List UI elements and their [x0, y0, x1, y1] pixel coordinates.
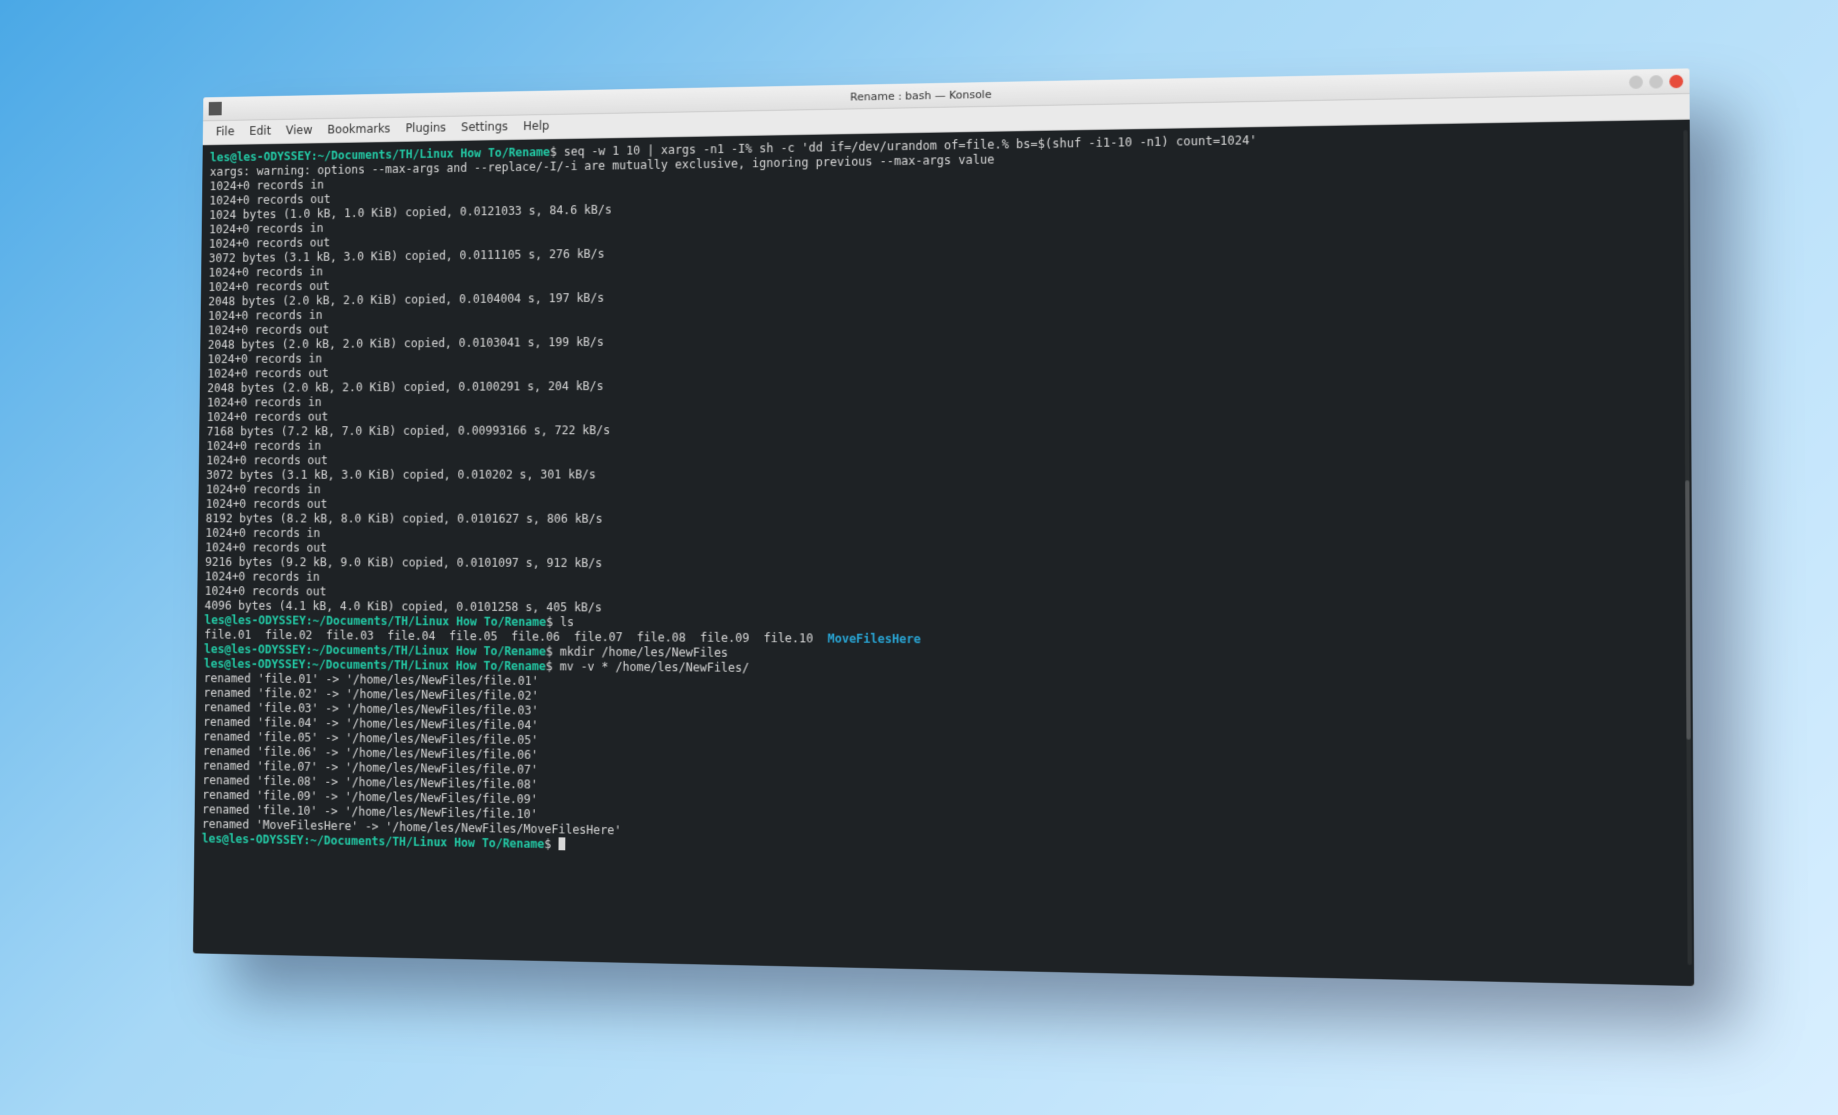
terminal-viewport[interactable]: les@les-ODYSSEY:~/Documents/TH/Linux How… — [193, 120, 1694, 986]
app-icon — [209, 102, 222, 116]
menu-view[interactable]: View — [286, 123, 313, 137]
terminal-cursor — [558, 837, 565, 850]
menu-settings[interactable]: Settings — [461, 120, 508, 134]
menu-help[interactable]: Help — [523, 119, 549, 133]
window-title: Rename : bash — Konsole — [850, 88, 991, 104]
close-button[interactable] — [1669, 74, 1683, 88]
desktop-background: Rename : bash — Konsole File Edit View B… — [0, 0, 1838, 1115]
menu-plugins[interactable]: Plugins — [405, 121, 446, 135]
maximize-button[interactable] — [1649, 75, 1663, 89]
minimize-button[interactable] — [1629, 75, 1643, 89]
menu-edit[interactable]: Edit — [249, 124, 271, 138]
konsole-window: Rename : bash — Konsole File Edit View B… — [193, 68, 1694, 986]
menu-file[interactable]: File — [216, 125, 235, 139]
menu-bookmarks[interactable]: Bookmarks — [327, 122, 390, 137]
